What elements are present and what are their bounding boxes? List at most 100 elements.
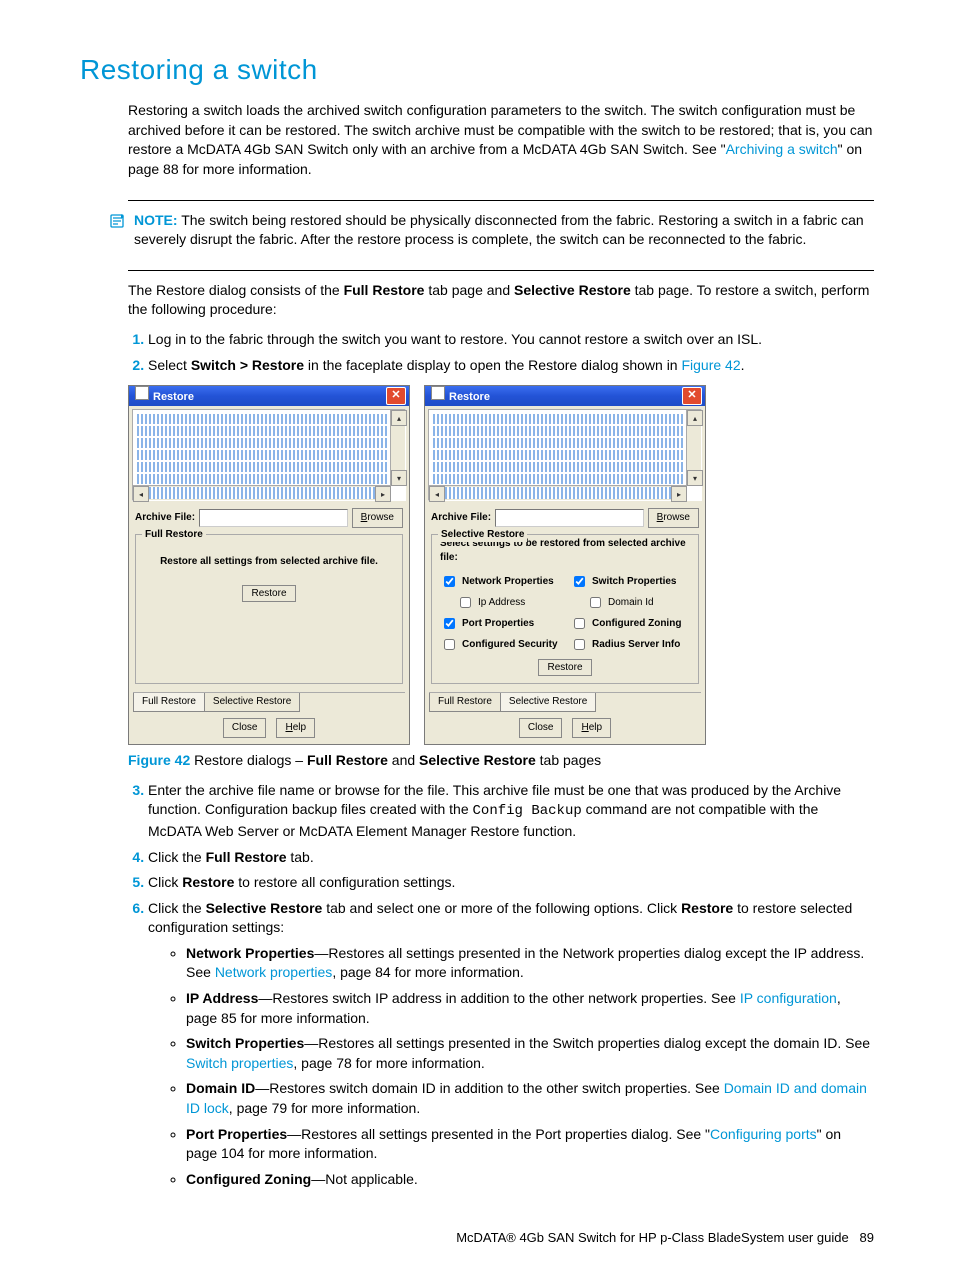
checkbox-configured-zoning[interactable]: Configured Zoning [570, 615, 690, 632]
list-item: Switch Properties—Restores all settings … [186, 1034, 874, 1073]
checkbox-configured-security[interactable]: Configured Security [440, 636, 560, 653]
page-number: 89 [860, 1230, 874, 1245]
close-button[interactable]: Close [223, 718, 267, 738]
text: , page 79 for more information. [229, 1100, 420, 1116]
label: Switch Properties [592, 575, 676, 589]
link-figure42[interactable]: Figure 42 [681, 357, 740, 373]
tab-full-restore[interactable]: Full Restore [429, 693, 501, 712]
checkbox-radius-server[interactable]: Radius Server Info [570, 636, 690, 653]
note-label: NOTE: [134, 212, 178, 228]
text: , page 78 for more information. [293, 1055, 484, 1071]
text: Full Restore [206, 849, 287, 865]
vertical-scrollbar[interactable]: ▴▾ [390, 410, 405, 486]
vertical-scrollbar[interactable]: ▴▾ [686, 410, 701, 486]
text: —Restores all settings presented in the … [304, 1035, 870, 1051]
scroll-right-icon[interactable]: ▸ [375, 486, 391, 502]
step-2: Select Switch > Restore in the faceplate… [148, 356, 874, 376]
archive-file-input[interactable] [495, 509, 644, 527]
list-item: Domain ID—Restores switch domain ID in a… [186, 1079, 874, 1118]
scroll-left-icon[interactable]: ◂ [429, 486, 445, 502]
archive-file-input[interactable] [199, 509, 348, 527]
archive-file-label: Archive File: [135, 511, 195, 525]
text: Selective Restore [514, 282, 631, 298]
group-legend: Full Restore [142, 528, 206, 542]
step-4: Click the Full Restore tab. [148, 848, 874, 868]
window-title: Restore [153, 391, 194, 403]
step-1: Log in to the fabric through the switch … [148, 330, 874, 350]
close-icon[interactable]: ✕ [682, 387, 702, 405]
tabstrip: Full Restore Selective Restore [429, 692, 701, 712]
scroll-right-icon[interactable]: ▸ [671, 486, 687, 502]
titlebar: Restore ✕ [129, 386, 409, 406]
checkbox-switch-properties[interactable]: Switch Properties [570, 573, 690, 590]
text: . [741, 357, 745, 373]
tab-selective-restore[interactable]: Selective Restore [204, 693, 300, 712]
step-6: Click the Selective Restore tab and sele… [148, 899, 874, 1190]
checkbox-port-properties[interactable]: Port Properties [440, 615, 560, 632]
text: Full Restore [307, 752, 388, 768]
list-item: Network Properties—Restores all settings… [186, 944, 874, 983]
figure-42: Restore ✕ ▴▾ ◂▸ Archive File: Browse Ful… [128, 385, 874, 745]
restore-button[interactable]: Restore [538, 659, 591, 676]
note-icon [110, 213, 126, 236]
step-3: Enter the archive file name or browse fo… [148, 781, 874, 842]
note-text: NOTE: The switch being restored should b… [134, 211, 874, 250]
link-archiving[interactable]: Archiving a switch [726, 141, 838, 157]
group-legend: Selective Restore [438, 528, 527, 542]
list-item: Port Properties—Restores all settings pr… [186, 1125, 874, 1164]
text: Port Properties [186, 1126, 287, 1142]
page-footer: McDATA® 4Gb SAN Switch for HP p-Class Bl… [80, 1229, 874, 1247]
restore-button[interactable]: Restore [242, 585, 295, 602]
divider [128, 270, 874, 271]
step-5: Click Restore to restore all configurati… [148, 873, 874, 893]
list-item: IP Address—Restores switch IP address in… [186, 989, 874, 1028]
text: —Restores switch domain ID in addition t… [255, 1080, 723, 1096]
text: —Not applicable. [311, 1171, 418, 1187]
horizontal-scrollbar[interactable]: ◂▸ [133, 485, 391, 500]
checkbox-network-properties[interactable]: Network Properties [440, 573, 560, 590]
text: , page 84 for more information. [332, 964, 523, 980]
steps-list-cont: Enter the archive file name or browse fo… [128, 781, 874, 1190]
code-text: Config Backup [473, 803, 582, 819]
close-icon[interactable]: ✕ [386, 387, 406, 405]
scroll-down-icon[interactable]: ▾ [687, 470, 703, 486]
browse-button[interactable]: Browse [352, 508, 403, 528]
page-title: Restoring a switch [80, 50, 874, 89]
checkbox-domain-id[interactable]: Domain Id [570, 594, 690, 611]
label: Domain Id [608, 596, 654, 610]
text: Full Restore [344, 282, 425, 298]
horizontal-scrollbar[interactable]: ◂▸ [429, 485, 687, 500]
scroll-up-icon[interactable]: ▴ [391, 410, 407, 426]
link-network-properties[interactable]: Network properties [215, 964, 333, 980]
group-message: Restore all settings from selected archi… [144, 555, 394, 569]
scroll-down-icon[interactable]: ▾ [391, 470, 407, 486]
tab-full-restore[interactable]: Full Restore [133, 693, 205, 712]
help-button[interactable]: Help [572, 718, 611, 738]
text: and [388, 752, 419, 768]
paragraph: The Restore dialog consists of the Full … [128, 281, 874, 320]
restore-dialog-full: Restore ✕ ▴▾ ◂▸ Archive File: Browse Ful… [128, 385, 410, 745]
scroll-up-icon[interactable]: ▴ [687, 410, 703, 426]
text: Network Properties [186, 945, 314, 961]
tab-selective-restore[interactable]: Selective Restore [500, 693, 596, 712]
text: Click the [148, 900, 206, 916]
text: Switch Properties [186, 1035, 304, 1051]
label: Radius Server Info [592, 638, 680, 652]
browse-button[interactable]: Browse [648, 508, 699, 528]
help-button[interactable]: Help [276, 718, 315, 738]
checkbox-ip-address[interactable]: Ip Address [440, 594, 560, 611]
link-ip-configuration[interactable]: IP configuration [740, 990, 837, 1006]
text: tab pages [536, 752, 601, 768]
scroll-left-icon[interactable]: ◂ [133, 486, 149, 502]
text: Selective Restore [206, 900, 323, 916]
text: The switch being restored should be phys… [134, 212, 864, 248]
text: The Restore dialog consists of the [128, 282, 344, 298]
file-list: ▴▾ ◂▸ [132, 409, 406, 501]
link-switch-properties[interactable]: Switch properties [186, 1055, 293, 1071]
close-button[interactable]: Close [519, 718, 563, 738]
app-icon [135, 386, 149, 400]
footer-title: McDATA® 4Gb SAN Switch for HP p-Class Bl… [456, 1230, 849, 1245]
figure-label: Figure 42 [128, 752, 190, 768]
link-configuring-ports[interactable]: Configuring ports [710, 1126, 817, 1142]
text: Restore dialogs – [190, 752, 307, 768]
